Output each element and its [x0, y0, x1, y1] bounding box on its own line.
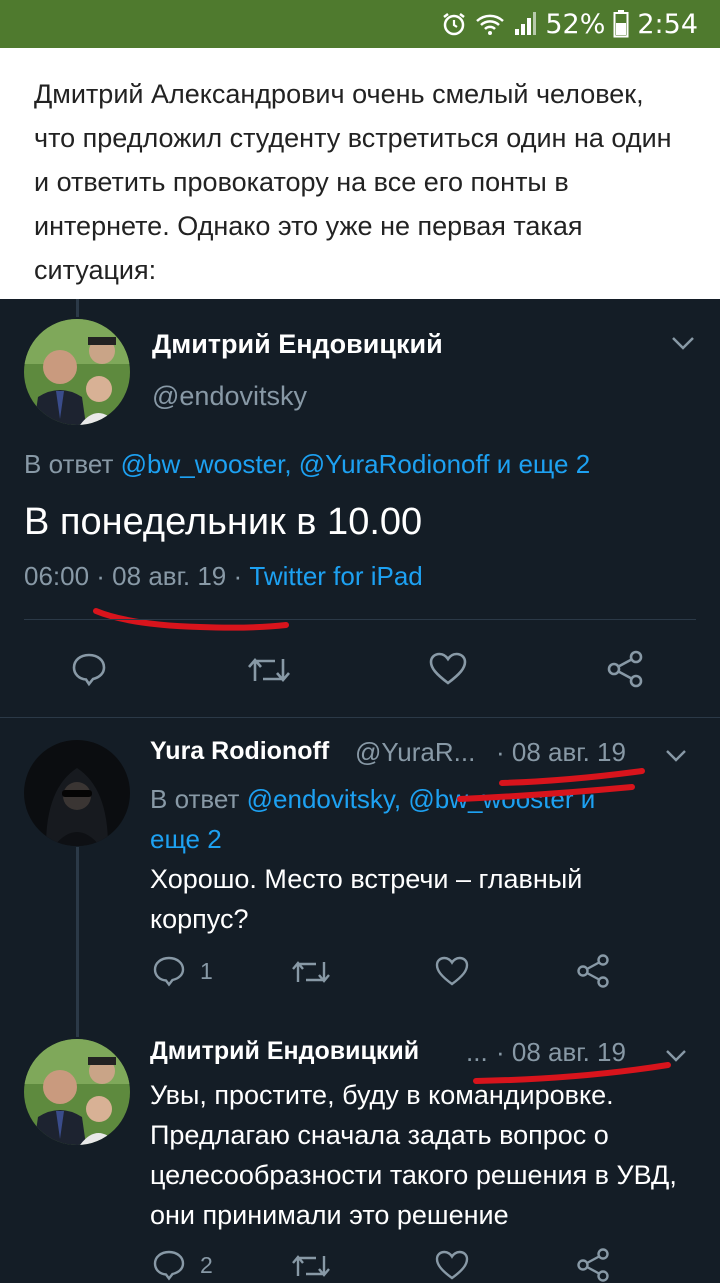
heart-icon — [429, 652, 467, 685]
alarm-icon — [441, 11, 467, 37]
retweet-button[interactable] — [290, 957, 332, 987]
retweet-button[interactable] — [246, 653, 292, 687]
chevron-down-icon[interactable] — [664, 747, 688, 770]
heart-icon — [435, 1250, 469, 1280]
reply-to-links[interactable]: @bw_wooster, @YuraRodionoff и еще 2 — [121, 449, 591, 479]
author-handle[interactable]: @YuraR... — [355, 737, 475, 768]
reply-to-links[interactable]: @endovitsky, @bw_wooster и — [247, 784, 596, 814]
tweet-text: Увы, простите, буду в командировке. Пред… — [150, 1080, 677, 1230]
author-handle[interactable]: @endovitsky — [152, 381, 307, 412]
retweet-icon — [292, 961, 330, 983]
share-icon — [577, 954, 609, 988]
author-name[interactable]: Дмитрий Ендовицкий — [150, 1037, 419, 1066]
reply-button[interactable]: 2 — [152, 1249, 213, 1281]
avatar[interactable] — [24, 740, 130, 846]
tweet-thread-screenshot: Дмитрий Ендовицкий @endovitsky В ответ @… — [0, 299, 720, 1283]
article-body: Дмитрий Александрович очень смелый челов… — [0, 48, 720, 299]
reply-button[interactable]: 1 — [152, 955, 213, 987]
reply-icon — [153, 956, 185, 987]
share-button[interactable] — [606, 649, 646, 689]
like-button[interactable] — [428, 651, 468, 687]
signal-icon — [513, 11, 537, 37]
reply-count: 1 — [200, 957, 213, 984]
reply-count: 2 — [200, 1251, 213, 1278]
avatar[interactable] — [24, 1039, 130, 1145]
status-bar: 52% 2:54 — [0, 0, 720, 48]
battery-percent: 52% — [545, 8, 606, 40]
chevron-down-icon[interactable] — [670, 333, 696, 358]
retweet-icon — [292, 1255, 330, 1277]
tweet-text: Хорошо. Место встречи – главный корпус? — [150, 864, 583, 934]
tweet-source[interactable]: Twitter for iPad — [249, 561, 422, 591]
like-button[interactable] — [434, 955, 470, 987]
reply-prefix: В ответ — [24, 449, 114, 479]
clock-time: 2:54 — [637, 8, 698, 40]
reply-context: В ответ @bw_wooster, @YuraRodionoff и ещ… — [24, 449, 590, 480]
share-icon — [577, 1248, 609, 1282]
reply-context: В ответ @endovitsky, @bw_wooster и еще 2 — [150, 779, 690, 859]
share-button[interactable] — [576, 1247, 612, 1283]
reply-button[interactable] — [70, 651, 108, 687]
article-paragraph: Дмитрий Александрович очень смелый челов… — [34, 79, 672, 285]
thread-line — [76, 847, 79, 1037]
share-button[interactable] — [576, 953, 612, 989]
tweet-date[interactable]: · 08 авг. 19 — [496, 1037, 626, 1068]
reply-to-links-more[interactable]: еще 2 — [150, 824, 222, 854]
reply-icon — [72, 653, 106, 687]
tweet-text: В понедельник в 10.00 — [24, 501, 423, 543]
chevron-down-icon[interactable] — [664, 1047, 688, 1070]
divider — [24, 619, 696, 620]
retweet-button[interactable] — [290, 1251, 332, 1281]
tweet-time: 06:00 · 08 авг. 19 · — [24, 561, 250, 591]
avatar[interactable] — [24, 319, 130, 425]
tweet-date[interactable]: · 08 авг. 19 — [496, 737, 626, 768]
tweet-timestamp: 06:00 · 08 авг. 19 · Twitter for iPad — [24, 561, 423, 592]
retweet-icon — [248, 658, 290, 682]
like-button[interactable] — [434, 1249, 470, 1281]
share-icon — [607, 650, 643, 688]
wifi-icon — [475, 12, 505, 36]
author-name[interactable]: Дмитрий Ендовицкий — [152, 329, 443, 360]
author-handle[interactable]: ... — [466, 1037, 488, 1068]
divider — [0, 717, 720, 718]
author-name[interactable]: Yura Rodionoff — [150, 737, 329, 766]
battery-icon — [613, 10, 629, 38]
thread-line-top — [76, 299, 79, 317]
reply-prefix: В ответ — [150, 784, 240, 814]
heart-icon — [435, 956, 469, 986]
reply-icon — [153, 1250, 185, 1281]
